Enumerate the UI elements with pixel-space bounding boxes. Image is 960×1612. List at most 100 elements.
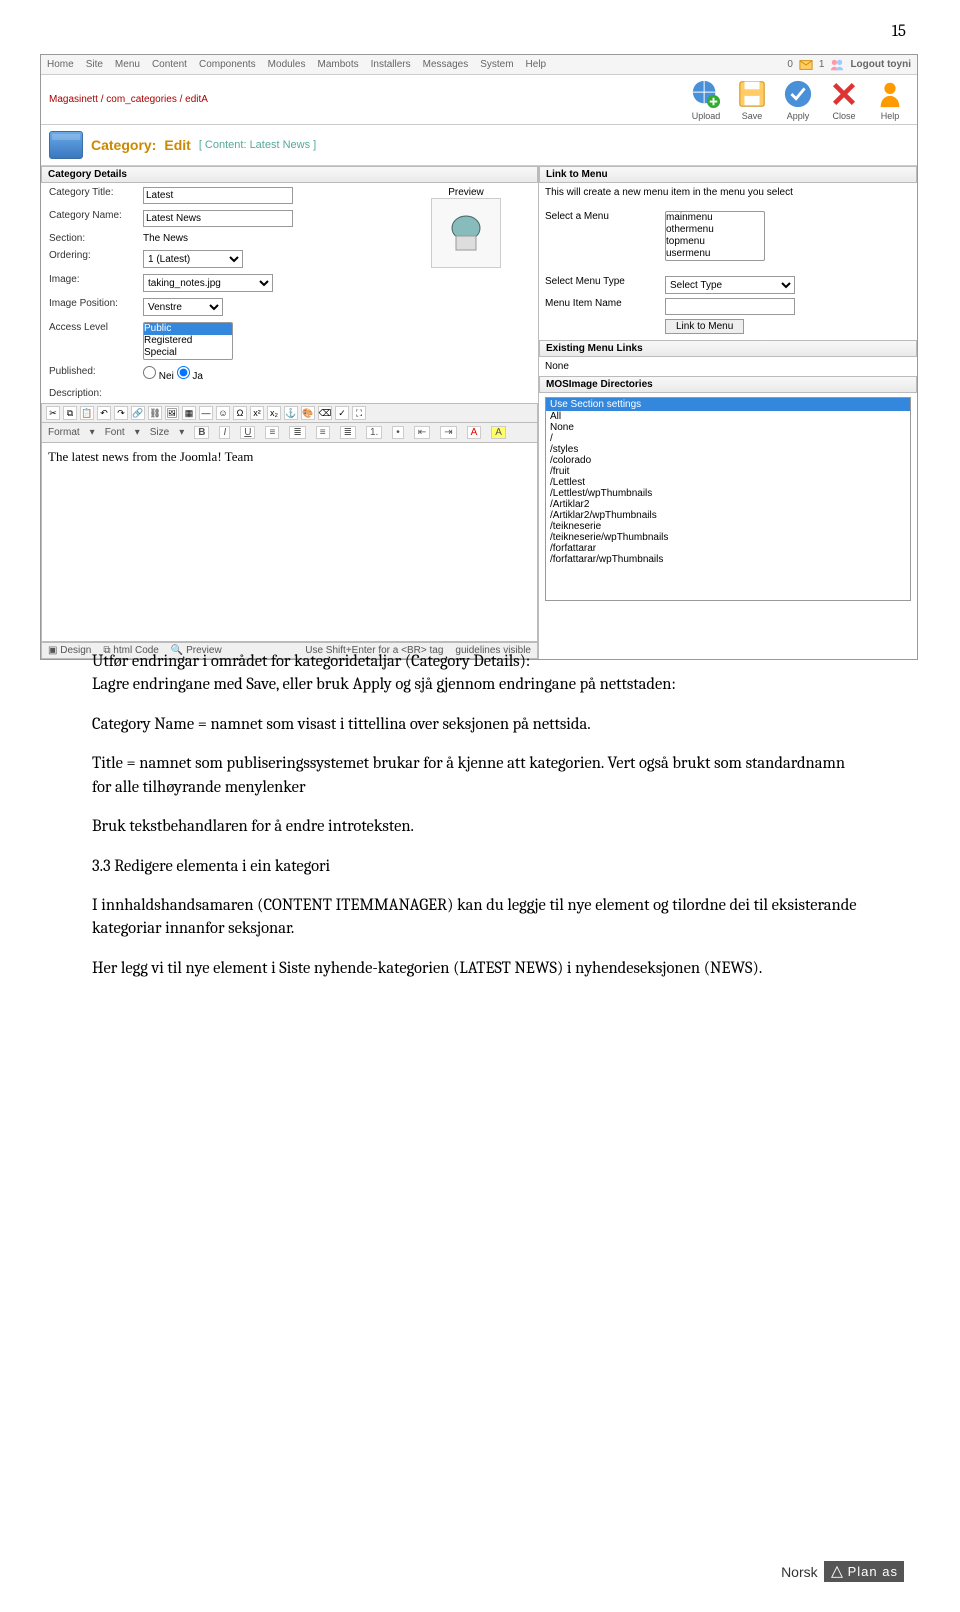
size-dropdown[interactable]: Size <box>150 427 169 438</box>
section-label: Section: <box>43 231 135 246</box>
undo-icon[interactable]: ↶ <box>97 406 111 420</box>
description-label: Description: <box>43 386 135 401</box>
access-level-select[interactable]: Public Registered Special <box>143 322 233 360</box>
copy-icon[interactable]: ⧉ <box>63 406 77 420</box>
list-item[interactable]: /teikneserie <box>546 521 910 532</box>
unlink-icon[interactable]: ⛓ <box>148 406 162 420</box>
joomla-admin-screenshot: Home Site Menu Content Components Module… <box>40 54 918 660</box>
select-menu-list[interactable]: mainmenu othermenu topmenu usermenu <box>665 211 765 261</box>
menu-item-name-label: Menu Item Name <box>545 298 665 309</box>
table-icon[interactable]: ▦ <box>182 406 196 420</box>
mosimage-selected[interactable]: Use Section settings <box>546 398 910 411</box>
underline-icon[interactable]: U <box>240 426 255 439</box>
category-details-header: Category Details <box>41 166 538 183</box>
floppy-icon <box>737 79 767 109</box>
bold-icon[interactable]: B <box>194 426 209 439</box>
outdent-icon[interactable]: ⇤ <box>414 426 430 439</box>
page-titlebar: Category: Edit [ Content: Latest News ] <box>41 125 917 166</box>
paste-icon[interactable]: 📋 <box>80 406 94 420</box>
menu-type-select[interactable]: Select Type <box>665 276 795 294</box>
menu-mambots[interactable]: Mambots <box>317 59 358 70</box>
page-title-sub: [ Content: Latest News ] <box>199 139 316 151</box>
menu-home[interactable]: Home <box>47 59 74 70</box>
mosimage-dirs-list[interactable]: Use Section settings All None / /styles … <box>545 397 911 601</box>
ordering-label: Ordering: <box>43 248 135 270</box>
menu-item-name-input[interactable] <box>665 298 795 315</box>
design-tab[interactable]: Design <box>60 645 91 656</box>
image-label: Image: <box>43 272 135 294</box>
menu-help[interactable]: Help <box>526 59 547 70</box>
fontcolor-icon[interactable]: A <box>467 426 482 439</box>
format-dropdown[interactable]: Format <box>48 427 80 438</box>
cat-name-input[interactable] <box>143 210 293 227</box>
list-item[interactable]: /forfattarar <box>546 543 910 554</box>
list-item[interactable]: None <box>546 422 910 433</box>
list-item[interactable]: / <box>546 433 910 444</box>
cat-name-label: Category Name: <box>43 208 135 229</box>
list-item[interactable]: /Artiklar2/wpThumbnails <box>546 510 910 521</box>
menu-components[interactable]: Components <box>199 59 256 70</box>
menu-system[interactable]: System <box>480 59 513 70</box>
section-value: The News <box>137 231 394 246</box>
editor-body[interactable]: The latest news from the Joomla! Team <box>41 442 538 642</box>
sub-icon[interactable]: x₂ <box>267 406 281 420</box>
apply-button[interactable]: Apply <box>783 79 813 121</box>
image-select[interactable]: taking_notes.jpg <box>143 274 273 292</box>
cut-icon[interactable]: ✂ <box>46 406 60 420</box>
published-yes-radio[interactable] <box>177 366 190 379</box>
list-item[interactable]: /fruit <box>546 466 910 477</box>
smile-icon[interactable]: ☺ <box>216 406 230 420</box>
redo-icon[interactable]: ↷ <box>114 406 128 420</box>
italic-icon[interactable]: I <box>219 426 230 439</box>
paragraph: I innhaldshandsamaren (CONTENT ITEMMANAG… <box>92 894 867 941</box>
menu-modules[interactable]: Modules <box>268 59 306 70</box>
font-dropdown[interactable]: Font <box>105 427 125 438</box>
link-to-menu-button[interactable]: Link to Menu <box>665 319 744 334</box>
char-icon[interactable]: Ω <box>233 406 247 420</box>
existing-menu-links-none: None <box>539 357 917 376</box>
link-icon[interactable]: 🔗 <box>131 406 145 420</box>
ul-icon[interactable]: • <box>392 426 404 439</box>
list-item[interactable]: /Lettlest <box>546 477 910 488</box>
clean-icon[interactable]: ⌫ <box>318 406 332 420</box>
menu-content[interactable]: Content <box>152 59 187 70</box>
save-button[interactable]: Save <box>737 79 767 121</box>
ol-icon[interactable]: 1. <box>366 426 382 439</box>
spell-icon[interactable]: ✓ <box>335 406 349 420</box>
cat-title-input[interactable] <box>143 187 293 204</box>
anchor-icon[interactable]: ⚓ <box>284 406 298 420</box>
help-button[interactable]: Help <box>875 79 905 121</box>
close-button[interactable]: Close <box>829 79 859 121</box>
menu-menu[interactable]: Menu <box>115 59 140 70</box>
list-item[interactable]: /forfattarar/wpThumbnails <box>546 554 910 565</box>
list-item[interactable]: /colorado <box>546 455 910 466</box>
menu-messages[interactable]: Messages <box>423 59 469 70</box>
list-item[interactable]: /Lettlest/wpThumbnails <box>546 488 910 499</box>
list-item[interactable]: All <box>546 411 910 422</box>
upload-button[interactable]: Upload <box>691 79 721 121</box>
hr-icon[interactable]: — <box>199 406 213 420</box>
list-item[interactable]: /Artiklar2 <box>546 499 910 510</box>
person-help-icon <box>875 79 905 109</box>
super-icon[interactable]: x² <box>250 406 264 420</box>
mail-count: 0 <box>787 59 793 70</box>
align-right-icon[interactable]: ≡ <box>316 426 330 439</box>
published-no-radio[interactable] <box>143 366 156 379</box>
align-center-icon[interactable]: ≣ <box>289 426 305 439</box>
imgpos-select[interactable]: Venstre <box>143 298 223 316</box>
full-icon[interactable]: ⛶ <box>352 406 366 420</box>
image-icon[interactable]: 🖼 <box>165 406 179 420</box>
bgcolor-icon[interactable]: A <box>491 426 506 439</box>
menu-type-label: Select Menu Type <box>545 276 665 287</box>
menu-installers[interactable]: Installers <box>371 59 411 70</box>
menu-site[interactable]: Site <box>86 59 103 70</box>
logout-link[interactable]: Logout toyni <box>850 59 911 70</box>
align-justify-icon[interactable]: ≣ <box>340 426 356 439</box>
list-item[interactable]: /teikneserie/wpThumbnails <box>546 532 910 543</box>
align-left-icon[interactable]: ≡ <box>265 426 279 439</box>
indent-icon[interactable]: ⇥ <box>440 426 456 439</box>
ordering-select[interactable]: 1 (Latest) <box>143 250 243 268</box>
color-icon[interactable]: 🎨 <box>301 406 315 420</box>
access-label: Access Level <box>43 320 135 362</box>
list-item[interactable]: /styles <box>546 444 910 455</box>
